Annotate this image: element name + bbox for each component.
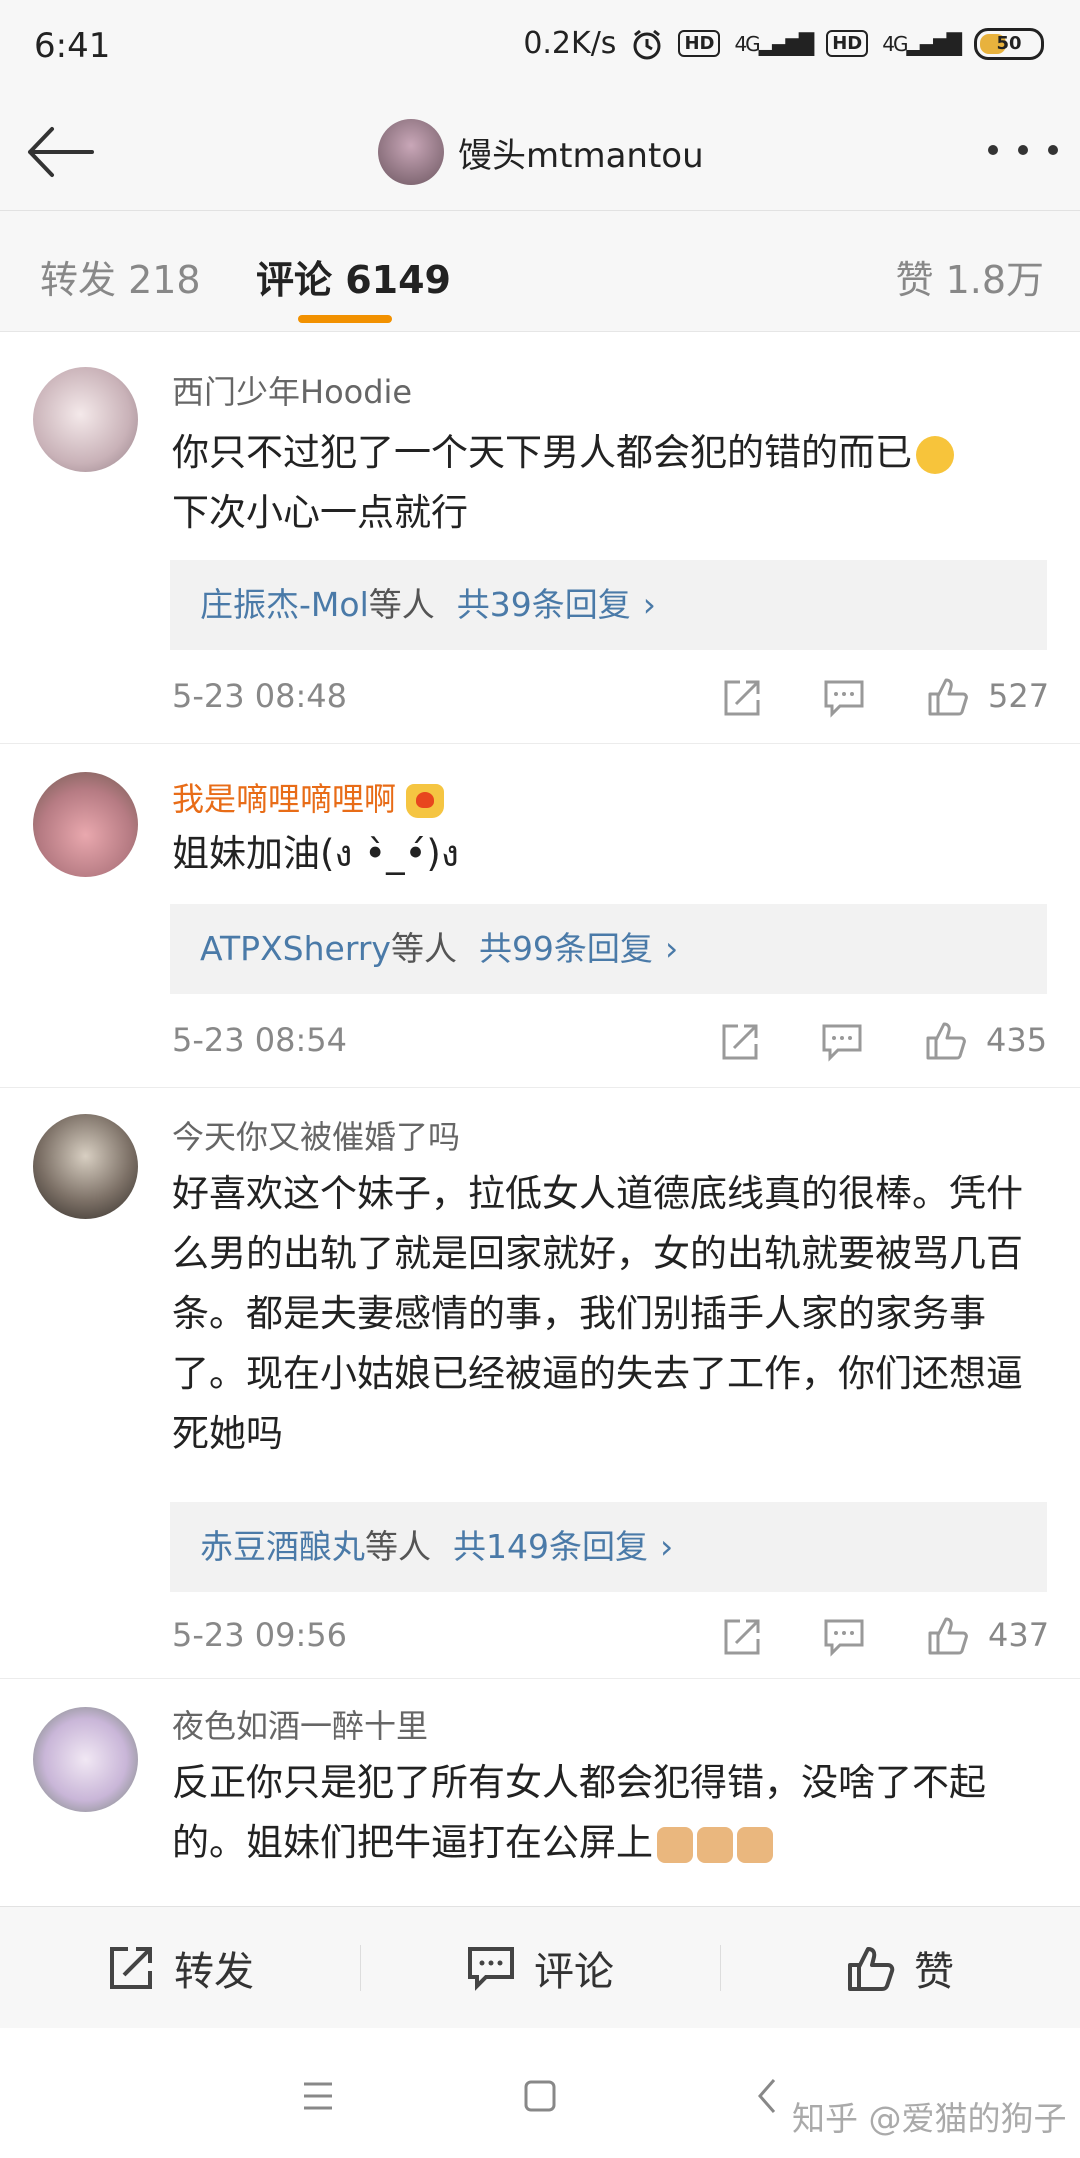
menu-icon[interactable] (298, 2076, 338, 2116)
comment-item: 今天你又被催婚了吗 好喜欢这个妹子，拉低女人道德底线真的很棒。凭什么男的出轨了就… (0, 1088, 1080, 1679)
like-icon[interactable] (924, 1018, 968, 1062)
more-icon[interactable] (988, 135, 1058, 165)
comment-time: 5-23 09:56 (172, 1616, 348, 1654)
comment-text: 反正你只是犯了所有女人都会犯得错，没啥了不起的。姐妹们把牛逼打在公屏上 (172, 1753, 1040, 1873)
like-icon[interactable] (926, 674, 970, 718)
more-dot (1018, 145, 1028, 155)
like-icon (848, 1946, 895, 1991)
comment-text-body: 反正你只是犯了所有女人都会犯得错，没啥了不起的。姐妹们把牛逼打在公屏上 (172, 1761, 986, 1864)
share-icon[interactable] (720, 676, 764, 720)
comment-text: 好喜欢这个妹子，拉低女人道德底线真的很棒。凭什么男的出轨了就是回家就好，女的出轨… (172, 1172, 1023, 1455)
battery-level: 50 (996, 33, 1022, 54)
profile-header[interactable]: 馒头mtmantou (378, 117, 704, 187)
avatar[interactable] (33, 1114, 138, 1219)
more-dot (988, 145, 998, 155)
network-speed: 0.2K/s (523, 26, 617, 61)
tab-bar: 转发 218 评论 6149 赞 1.8万 (0, 211, 1080, 332)
home-icon[interactable] (520, 2076, 560, 2116)
reply-etc: 等人 (365, 1527, 431, 1566)
status-icons: 0.2K/s HD 4G▂▄▆█ HD 4G▂▄▆█ 50 (523, 26, 1044, 61)
page-title: 馒头mtmantou (458, 135, 704, 176)
reply-users[interactable]: 赤豆酒酿丸 (200, 1527, 365, 1566)
thumbs-up-emoji-icon (697, 1826, 733, 1863)
active-tab-indicator (298, 315, 392, 323)
vip-crown-icon (406, 784, 445, 818)
share-icon[interactable] (720, 1615, 764, 1659)
comment-item: 西门少年Hoodie 你只不过犯了一个天下男人都会犯的错的而已 下次小心一点就行… (0, 331, 1080, 744)
comment-text: 姐妹加油(ง •̀_•́)ง (172, 832, 459, 875)
tab-repost[interactable]: 转发 218 (40, 249, 201, 304)
commenter-name-text: 我是嘀哩嘀哩啊 (172, 780, 397, 818)
avatar[interactable] (378, 119, 444, 185)
comment-icon[interactable] (822, 1615, 866, 1659)
hd-badge-2: HD (826, 30, 869, 57)
comment-icon[interactable] (822, 676, 866, 720)
like-count: 527 (988, 677, 1050, 715)
thumbs-up-emoji-icon (737, 1826, 773, 1863)
hd-badge: HD (678, 30, 721, 57)
avatar[interactable] (33, 772, 138, 877)
comment-icon (468, 1946, 514, 1991)
share-icon[interactable] (718, 1020, 762, 1064)
reply-count[interactable]: 共149条回复 (453, 1527, 648, 1566)
commenter-name[interactable]: 今天你又被催婚了吗 (172, 1112, 460, 1158)
thumbs-up-emoji-icon (657, 1826, 693, 1863)
commenter-name[interactable]: 夜色如酒一醉十里 (172, 1701, 428, 1747)
avatar[interactable] (33, 367, 138, 472)
reply-etc: 等人 (390, 929, 457, 968)
reply-summary[interactable]: 庄振杰-Mol等人 共39条回复 › (170, 560, 1047, 650)
comment-time: 5-23 08:54 (172, 1021, 348, 1059)
like-count: 437 (988, 1616, 1050, 1654)
signal-icon-2: 4G▂▄▆█ (882, 31, 962, 56)
system-nav-bar: 知乎 @爱猫的狗子 (0, 2028, 1080, 2158)
comment-label: 评论 (534, 1948, 614, 1995)
commenter-name[interactable]: 我是嘀哩嘀哩啊 (172, 774, 445, 820)
back-arrow-icon[interactable] (22, 117, 102, 187)
like-icon[interactable] (926, 1613, 970, 1657)
like-count: 435 (986, 1021, 1048, 1059)
comment-item: 夜色如酒一醉十里 反正你只是犯了所有女人都会犯得错，没啥了不起的。姐妹们把牛逼打… (0, 1679, 1080, 1906)
bottom-action-bar: 转发 评论 赞 (0, 1906, 1080, 2028)
signal-icon: 4G▂▄▆█ (734, 31, 814, 56)
chevron-right-icon: › (642, 585, 656, 624)
like-button[interactable]: 赞 (720, 1907, 1080, 2028)
reply-summary[interactable]: 赤豆酒酿丸等人 共149条回复 › (170, 1502, 1047, 1592)
reply-summary[interactable]: ATPXSherry等人 共99条回复 › (170, 904, 1047, 994)
avatar[interactable] (33, 1707, 138, 1812)
comment-icon[interactable] (820, 1020, 864, 1064)
tab-comments[interactable]: 评论 6149 (256, 249, 451, 304)
top-bar: 馒头mtmantou (0, 95, 1080, 211)
chevron-right-icon: › (660, 1527, 674, 1566)
more-dot (1048, 145, 1058, 155)
comment-button[interactable]: 评论 (360, 1907, 720, 2028)
network-type: 4G (734, 31, 760, 56)
comment-text-line: 你只不过犯了一个天下男人都会犯的错的而已 (172, 431, 912, 474)
status-bar: 6:41 0.2K/s HD 4G▂▄▆█ HD 4G▂▄▆█ 50 (0, 0, 1080, 95)
grin-emoji-icon (916, 435, 954, 474)
comment-item: 我是嘀哩嘀哩啊 姐妹加油(ง •̀_•́)ง ATPXSherry等人 共99条回… (0, 744, 1080, 1088)
commenter-name[interactable]: 西门少年Hoodie (172, 367, 412, 413)
share-icon (110, 1946, 152, 1989)
watermark: 知乎 @爱猫的狗子 (792, 2099, 1067, 2138)
reply-etc: 等人 (368, 585, 435, 624)
tab-likes[interactable]: 赞 1.8万 (895, 249, 1044, 304)
comment-time: 5-23 08:48 (172, 677, 348, 715)
network-type-2: 4G (882, 31, 908, 56)
repost-button[interactable]: 转发 (0, 1907, 360, 2028)
repost-label: 转发 (174, 1948, 254, 1995)
reply-users[interactable]: ATPXSherry (200, 929, 391, 968)
reply-users[interactable]: 庄振杰-Mol (200, 585, 369, 624)
comment-text-line: 下次小心一点就行 (172, 491, 468, 534)
reply-count[interactable]: 共39条回复 (457, 585, 631, 624)
chevron-right-icon: › (664, 929, 679, 968)
status-time: 6:41 (34, 26, 111, 66)
back-icon[interactable] (748, 2076, 788, 2116)
like-label: 赞 (914, 1948, 954, 1995)
alarm-icon (633, 29, 661, 59)
comment-text: 你只不过犯了一个天下男人都会犯的错的而已 下次小心一点就行 (172, 423, 1040, 543)
battery-icon: 50 (974, 27, 1044, 60)
comment-list[interactable]: 西门少年Hoodie 你只不过犯了一个天下男人都会犯的错的而已 下次小心一点就行… (0, 331, 1080, 1906)
reply-count[interactable]: 共99条回复 (479, 929, 653, 968)
